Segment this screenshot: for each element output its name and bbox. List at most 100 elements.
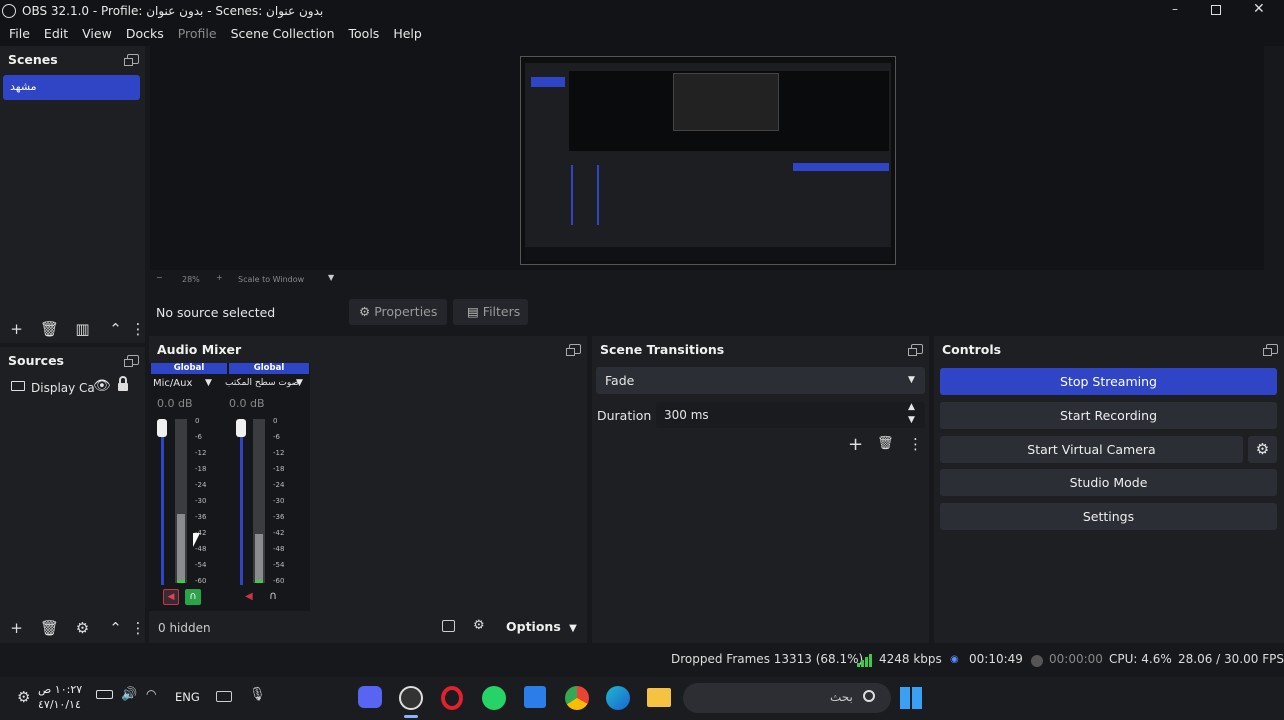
stop-streaming-button[interactable]: Stop Streaming (940, 368, 1277, 395)
zoom-out-button[interactable]: − (156, 273, 163, 282)
virtual-camera-settings-gear-icon[interactable]: ⚙ (1248, 436, 1277, 463)
volume-slider-handle[interactable] (157, 419, 167, 437)
volume-slider-track[interactable] (161, 423, 164, 585)
transition-more-icon[interactable]: ⋮ (908, 435, 923, 453)
studio-mode-button[interactable]: Studio Mode (940, 469, 1277, 496)
edge-icon[interactable] (606, 686, 630, 710)
minimize-button[interactable]: – (1166, 2, 1184, 18)
preview-zoom-bar: − 28% + Scale to Window ▼ (150, 270, 1264, 290)
undock-icon[interactable] (124, 355, 139, 367)
restore-button[interactable] (1211, 5, 1221, 15)
stepper-down-icon[interactable]: ▼ (908, 415, 915, 425)
menu-file[interactable]: File (2, 22, 37, 46)
zoom-value: 28% (182, 275, 200, 284)
channel-name[interactable]: Mic/Aux (153, 378, 192, 389)
undock-icon[interactable] (566, 344, 581, 356)
windows-start-icon[interactable] (900, 687, 922, 709)
source-item[interactable]: Display Ca 👁 (0, 376, 145, 398)
mute-speaker-icon[interactable]: ◀ (163, 589, 179, 605)
audio-mixer-title: Audio Mixer (157, 341, 242, 357)
properties-button[interactable]: ⚙ Properties (349, 299, 447, 325)
settings-button[interactable]: Settings (940, 503, 1277, 530)
close-button[interactable]: ✕ (1253, 1, 1265, 17)
scale-mode[interactable]: Scale to Window (238, 275, 304, 284)
undock-icon[interactable] (124, 54, 139, 66)
settings-gear-icon[interactable]: ⚙ (17, 688, 30, 706)
chevron-down-icon[interactable]: ▼ (205, 378, 212, 388)
start-recording-button[interactable]: Start Recording (940, 402, 1277, 429)
global-badge: Global (229, 363, 309, 374)
discord-icon[interactable] (358, 686, 382, 708)
more-menu-icon[interactable]: ⋮ (131, 318, 146, 340)
undock-icon[interactable] (908, 344, 923, 356)
obs-app-icon[interactable] (399, 686, 423, 710)
source-settings-gear-icon[interactable]: ⚙ (66, 617, 99, 639)
volume-slider-handle[interactable] (236, 419, 246, 437)
undock-icon[interactable] (1263, 344, 1278, 356)
store-icon[interactable] (524, 686, 546, 708)
layout-toggle-icon[interactable] (442, 620, 455, 632)
scenes-dock: Scenes مشهد + 🗑 ▥ ⌃ ⋮ (0, 46, 146, 343)
whatsapp-icon[interactable] (482, 686, 506, 710)
menu-help[interactable]: Help (386, 22, 429, 46)
language-indicator[interactable]: ENG (175, 690, 200, 704)
search-placeholder: بحث (830, 690, 853, 704)
menu-tools[interactable]: Tools (342, 22, 387, 46)
wifi-icon[interactable]: ◠ (146, 687, 156, 701)
preview-area[interactable] (150, 46, 1264, 270)
taskbar-search[interactable]: بحث (683, 683, 891, 713)
move-up-icon[interactable]: ⌃ (99, 617, 132, 639)
sources-title: Sources (8, 352, 64, 368)
volume-db: 0.0 dB (229, 397, 265, 410)
clock-date[interactable]: ٤٧/١٠/١٤ (38, 698, 81, 711)
file-explorer-icon[interactable] (647, 688, 671, 707)
monitor-icon (11, 381, 25, 391)
remove-scene-trash-icon[interactable]: 🗑 (33, 318, 66, 340)
add-transition-button[interactable]: + (848, 434, 863, 455)
transition-select[interactable]: Fade ▼ (596, 367, 925, 394)
recording-icon (1031, 655, 1043, 667)
menu-docks[interactable]: Docks (119, 22, 171, 46)
remove-transition-trash-icon[interactable]: 🗑 (877, 436, 894, 451)
chevron-down-icon[interactable]: ▼ (328, 273, 334, 282)
menu-profile[interactable]: Profile (171, 22, 224, 46)
eye-icon[interactable]: 👁 (93, 378, 111, 394)
move-up-icon[interactable]: ⌃ (99, 318, 132, 340)
filters-button[interactable]: ▤ Filters (453, 299, 528, 325)
scene-filters-icon[interactable]: ▥ (66, 318, 99, 340)
add-source-button[interactable]: + (0, 617, 33, 639)
active-app-indicator (404, 715, 418, 718)
lock-icon[interactable] (118, 376, 128, 391)
chevron-down-icon[interactable]: ▼ (296, 378, 303, 388)
headphones-icon[interactable]: ∩ (185, 589, 201, 605)
options-button[interactable]: Options ▼ (506, 619, 578, 639)
opera-icon[interactable] (441, 686, 463, 710)
volume-icon[interactable]: 🔊 (121, 687, 137, 702)
filters-icon: ▤ (467, 304, 479, 319)
channel-name[interactable]: صوت سطح المكتب (225, 378, 299, 388)
battery-icon[interactable] (96, 690, 113, 699)
duration-input[interactable]: 300 ms ▲ ▼ (656, 402, 925, 428)
chrome-icon[interactable] (565, 686, 589, 710)
menu-edit[interactable]: Edit (37, 22, 75, 46)
duration-label: Duration (597, 408, 652, 423)
options-label: Options (506, 619, 561, 634)
add-scene-button[interactable]: + (0, 318, 33, 340)
remove-source-trash-icon[interactable]: 🗑 (33, 617, 66, 639)
scene-item[interactable]: مشهد (3, 75, 140, 100)
headphones-icon[interactable]: ∩ (269, 589, 277, 602)
keyboard-icon[interactable] (216, 691, 232, 702)
scale-tick-18: -18 (195, 465, 207, 473)
menu-scene-collection[interactable]: Scene Collection (224, 22, 342, 46)
stepper-up-icon[interactable]: ▲ (908, 402, 915, 412)
zoom-in-button[interactable]: + (216, 273, 223, 282)
more-menu-icon[interactable]: ⋮ (131, 617, 146, 639)
clock-time[interactable]: ١٠:٢٧ ص (38, 683, 82, 696)
mute-speaker-icon[interactable]: ◀ (245, 591, 253, 602)
obs-logo-icon (2, 4, 16, 18)
microphone-icon[interactable]: 🎙 (249, 687, 266, 702)
start-virtual-camera-button[interactable]: Start Virtual Camera (940, 436, 1243, 463)
menu-view[interactable]: View (75, 22, 119, 46)
advanced-audio-gear-icon[interactable]: ⚙ (473, 618, 485, 633)
volume-slider-track[interactable] (240, 423, 243, 585)
